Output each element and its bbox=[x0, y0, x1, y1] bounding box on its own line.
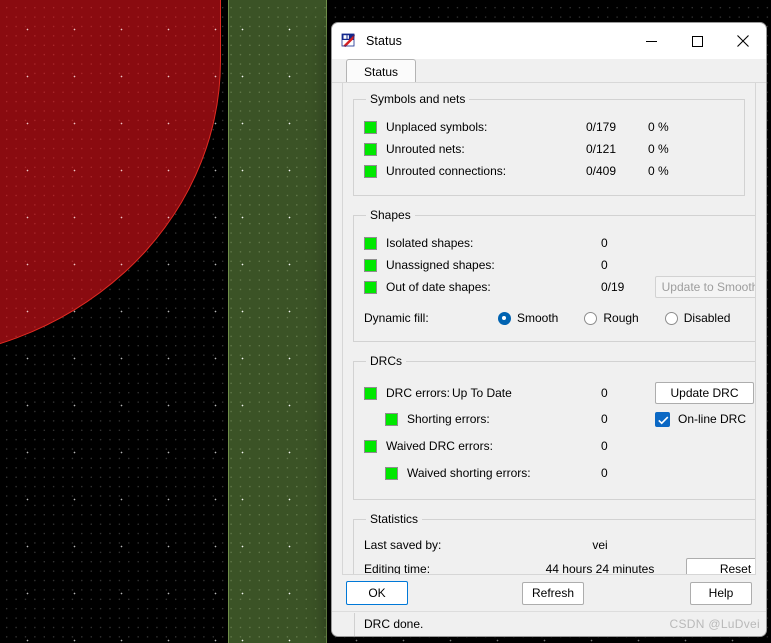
shorting-errors-count: 0 bbox=[601, 412, 608, 426]
dialog-statusbar: DRC done. CSDN @LuDvei bbox=[332, 611, 766, 636]
waived-drc-errors-count: 0 bbox=[601, 439, 608, 453]
refresh-button[interactable]: Refresh bbox=[522, 581, 584, 605]
close-button[interactable] bbox=[720, 23, 766, 59]
row-isolated-shapes: Isolated shapes: 0 bbox=[364, 232, 755, 254]
minimize-button[interactable] bbox=[628, 23, 674, 59]
group-statistics-legend: Statistics bbox=[370, 512, 419, 526]
dynamic-fill-row: Dynamic fill: Smooth Rough Disabled bbox=[364, 306, 755, 330]
status-led-green bbox=[385, 412, 398, 426]
window-controls bbox=[628, 23, 766, 59]
unrouted-nets-percent: 0 % bbox=[648, 142, 669, 156]
online-drc-checkbox[interactable] bbox=[655, 411, 670, 427]
dialog-footer: OK Refresh Help bbox=[332, 575, 766, 611]
maximize-button[interactable] bbox=[674, 23, 720, 59]
status-led-green bbox=[364, 236, 377, 250]
group-drcs-legend: DRCs bbox=[370, 354, 402, 368]
row-drc-errors: DRC errors: Up To Date 0 Update DRC bbox=[364, 380, 754, 406]
help-button[interactable]: Help bbox=[690, 581, 752, 605]
out-of-date-shapes-label: Out of date shapes: bbox=[386, 280, 491, 294]
radio-disabled-indicator bbox=[664, 311, 678, 325]
isolated-shapes-label: Isolated shapes: bbox=[386, 236, 474, 250]
row-unrouted-connections: Unrouted connections: 0/409 0 % bbox=[364, 160, 734, 182]
status-led-green bbox=[364, 386, 377, 400]
row-editing-time: Editing time: 44 hours 24 minutes Reset bbox=[364, 556, 755, 575]
row-unplaced-symbols: Unplaced symbols: 0/179 0 % bbox=[364, 116, 734, 138]
statusbar-grip bbox=[332, 612, 355, 636]
radio-dynamic-fill-smooth[interactable]: Smooth bbox=[498, 311, 558, 325]
update-drc-button[interactable]: Update DRC bbox=[655, 382, 754, 404]
dialog-title: Status bbox=[366, 34, 403, 48]
ok-button[interactable]: OK bbox=[346, 581, 408, 605]
radio-disabled-label: Disabled bbox=[683, 311, 731, 325]
unrouted-connections-count: 0/409 bbox=[586, 164, 617, 178]
status-led-green bbox=[364, 142, 377, 156]
online-drc-label: On-line DRC bbox=[678, 412, 747, 426]
shorting-errors-label: Shorting errors: bbox=[407, 412, 490, 426]
editing-time-value: 44 hours 24 minutes bbox=[545, 562, 655, 575]
status-led-green bbox=[364, 258, 377, 272]
unrouted-nets-label: Unrouted nets: bbox=[386, 142, 465, 156]
online-drc-checkbox-row[interactable]: On-line DRC bbox=[655, 411, 747, 427]
row-shorting-errors: Shorting errors: 0 On-line DRC bbox=[364, 406, 754, 432]
unplaced-symbols-percent: 0 % bbox=[648, 120, 669, 134]
row-unassigned-shapes: Unassigned shapes: 0 bbox=[364, 254, 755, 276]
status-dialog: Status Status Symbols and nets Unplaced … bbox=[331, 22, 767, 637]
status-led-green bbox=[385, 466, 398, 480]
row-last-saved-by: Last saved by: vei bbox=[364, 534, 755, 556]
statusbar-message: DRC done. bbox=[364, 617, 424, 631]
waived-shorting-errors-label: Waived shorting errors: bbox=[407, 466, 531, 480]
row-waived-shorting-errors: Waived shorting errors: 0 bbox=[364, 460, 754, 486]
radio-smooth-indicator bbox=[498, 311, 511, 325]
dynamic-fill-label: Dynamic fill: bbox=[364, 311, 429, 325]
radio-rough-indicator bbox=[584, 311, 598, 325]
isolated-shapes-count: 0 bbox=[601, 236, 608, 250]
tab-status-label: Status bbox=[363, 64, 399, 79]
altium-status-icon bbox=[341, 33, 358, 50]
group-statistics: Statistics Last saved by: vei Editing ti… bbox=[353, 512, 755, 575]
group-symbols-and-nets-legend: Symbols and nets bbox=[370, 92, 466, 106]
unrouted-connections-percent: 0 % bbox=[648, 164, 669, 178]
unrouted-connections-label: Unrouted connections: bbox=[386, 164, 507, 178]
last-saved-by-label: Last saved by: bbox=[364, 538, 442, 552]
radio-smooth-label: Smooth bbox=[517, 311, 559, 325]
unplaced-symbols-label: Unplaced symbols: bbox=[386, 120, 488, 134]
status-tab-panel: Symbols and nets Unplaced symbols: 0/179… bbox=[342, 83, 756, 575]
tabstrip: Status bbox=[332, 59, 766, 83]
unassigned-shapes-count: 0 bbox=[601, 258, 608, 272]
row-waived-drc-errors: Waived DRC errors: 0 bbox=[364, 432, 754, 460]
group-shapes: Shapes Isolated shapes: 0 Unassigned sha… bbox=[353, 208, 755, 342]
tabstrip-underline bbox=[332, 82, 766, 83]
reset-button[interactable]: Reset bbox=[686, 558, 755, 574]
waived-shorting-errors-count: 0 bbox=[601, 466, 608, 480]
status-led-green bbox=[364, 280, 377, 294]
tab-status[interactable]: Status bbox=[346, 59, 416, 83]
radio-dynamic-fill-disabled[interactable]: Disabled bbox=[664, 311, 731, 325]
status-led-green bbox=[364, 439, 377, 453]
drc-errors-label: DRC errors: bbox=[386, 386, 451, 400]
status-led-green bbox=[364, 120, 377, 134]
editing-time-label: Editing time: bbox=[364, 562, 431, 575]
group-symbols-and-nets: Symbols and nets Unplaced symbols: 0/179… bbox=[353, 92, 745, 196]
pcb-green-copper-plane bbox=[228, 0, 327, 643]
watermark-text: CSDN @LuDvei bbox=[669, 617, 760, 631]
dialog-titlebar[interactable]: Status bbox=[332, 23, 766, 59]
unrouted-nets-count: 0/121 bbox=[586, 142, 617, 156]
radio-rough-label: Rough bbox=[603, 311, 639, 325]
status-led-green bbox=[364, 164, 377, 178]
radio-dynamic-fill-rough[interactable]: Rough bbox=[584, 311, 639, 325]
waived-drc-errors-label: Waived DRC errors: bbox=[386, 439, 493, 453]
update-to-smooth-button[interactable]: Update to Smooth bbox=[655, 276, 755, 298]
unplaced-symbols-count: 0/179 bbox=[586, 120, 617, 134]
drc-errors-count: 0 bbox=[601, 386, 608, 400]
row-unrouted-nets: Unrouted nets: 0/121 0 % bbox=[364, 138, 734, 160]
row-out-of-date-shapes: Out of date shapes: 0/19 Update to Smoot… bbox=[364, 276, 755, 298]
group-shapes-legend: Shapes bbox=[370, 208, 411, 222]
out-of-date-shapes-count: 0/19 bbox=[601, 280, 625, 294]
screen: Status Status Symbols and nets Unplaced … bbox=[0, 0, 771, 643]
drc-errors-state: Up To Date bbox=[452, 386, 512, 400]
pcb-green-plane-grid bbox=[229, 0, 326, 643]
last-saved-by-value: vei bbox=[592, 538, 608, 552]
unassigned-shapes-label: Unassigned shapes: bbox=[386, 258, 495, 272]
group-drcs: DRCs DRC errors: Up To Date 0 Update DRC… bbox=[353, 354, 755, 500]
